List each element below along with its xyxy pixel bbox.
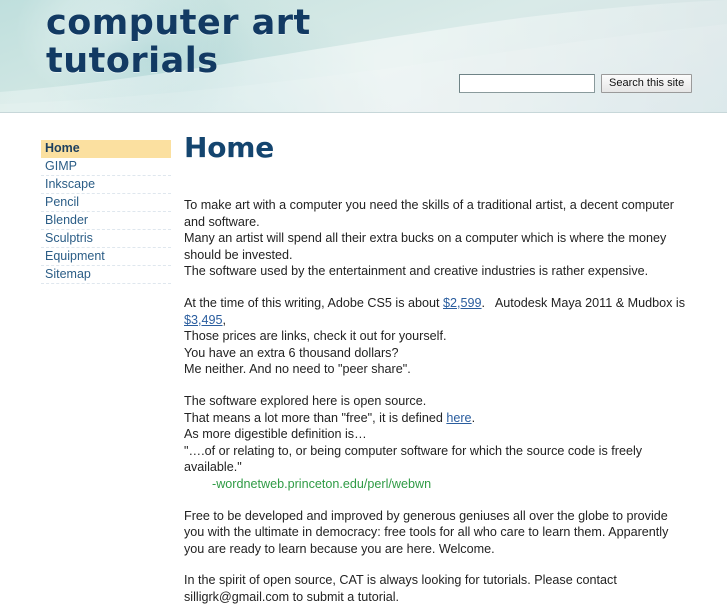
opensource-text-b: . bbox=[471, 410, 476, 425]
opensource-attribution: -wordnetweb.princeton.edu/perl/webwn bbox=[212, 476, 432, 491]
opensource-line-1: The software explored here is open sourc… bbox=[184, 393, 427, 408]
sidebar-navigation: Home GIMP Inkscape Pencil Blender Sculpt… bbox=[41, 140, 171, 284]
intro-line-2: Many an artist will spend all their extr… bbox=[184, 231, 667, 262]
sidebar-item-sculptris[interactable]: Sculptris bbox=[41, 230, 171, 248]
site-title-line-1: computer art bbox=[46, 3, 311, 43]
sidebar-item-pencil[interactable]: Pencil bbox=[41, 194, 171, 212]
main-content: Home To make art with a computer you nee… bbox=[184, 133, 690, 605]
sidebar-item-home[interactable]: Home bbox=[41, 140, 171, 158]
intro-line-1: To make art with a computer you need the… bbox=[184, 198, 674, 229]
prices-line-3: You have an extra 6 thousand dollars? bbox=[184, 345, 399, 360]
link-here-definition[interactable]: here bbox=[446, 411, 471, 425]
opensource-text-a: That means a lot more than "free", it is… bbox=[184, 410, 447, 425]
paragraph-intro: To make art with a computer you need the… bbox=[184, 197, 690, 280]
site-title-line-2: tutorials bbox=[46, 41, 219, 81]
paragraph-prices: At the time of this writing, Adobe CS5 i… bbox=[184, 295, 690, 378]
site-title: computer art tutorials bbox=[46, 4, 406, 80]
prices-line-4: Me neither. And no need to "peer share". bbox=[184, 362, 411, 377]
link-adobe-cs5-price[interactable]: $2,599 bbox=[443, 296, 482, 310]
paragraph-open-source-definition: The software explored here is open sourc… bbox=[184, 393, 690, 493]
sidebar-item-blender[interactable]: Blender bbox=[41, 212, 171, 230]
paragraph-democracy: Free to be developed and improved by gen… bbox=[184, 508, 669, 556]
sidebar-item-sitemap[interactable]: Sitemap bbox=[41, 266, 171, 284]
page-title: Home bbox=[184, 131, 275, 164]
sidebar-item-inkscape[interactable]: Inkscape bbox=[41, 176, 171, 194]
intro-line-3: The software used by the entertainment a… bbox=[184, 264, 649, 279]
link-maya-mudbox-price[interactable]: $3,495 bbox=[184, 313, 223, 327]
search-this-site-button[interactable]: Search this site bbox=[601, 74, 693, 93]
sidebar-item-gimp[interactable]: GIMP bbox=[41, 158, 171, 176]
prices-text-c: , bbox=[222, 312, 227, 327]
page-body: Home GIMP Inkscape Pencil Blender Sculpt… bbox=[0, 113, 727, 604]
prices-line-1: At the time of this writing, Adobe CS5 i… bbox=[184, 295, 690, 328]
prices-text-b: . Autodesk Maya 2011 & Mudbox is bbox=[481, 295, 686, 310]
search-area: Search this site bbox=[459, 74, 693, 93]
paragraph-contact: In the spirit of open source, CAT is alw… bbox=[184, 573, 617, 604]
prices-line-2: Those prices are links, check it out for… bbox=[184, 329, 447, 344]
prices-text-a: At the time of this writing, Adobe CS5 i… bbox=[184, 295, 444, 310]
site-header: computer art tutorials Search this site bbox=[0, 0, 727, 113]
opensource-line-2: That means a lot more than "free", it is… bbox=[184, 410, 690, 427]
search-input[interactable] bbox=[459, 74, 595, 93]
opensource-quote: "….of or relating to, or being computer … bbox=[184, 443, 643, 475]
opensource-line-3: As more digestible definition is… bbox=[184, 427, 367, 442]
sidebar-item-equipment[interactable]: Equipment bbox=[41, 248, 171, 266]
